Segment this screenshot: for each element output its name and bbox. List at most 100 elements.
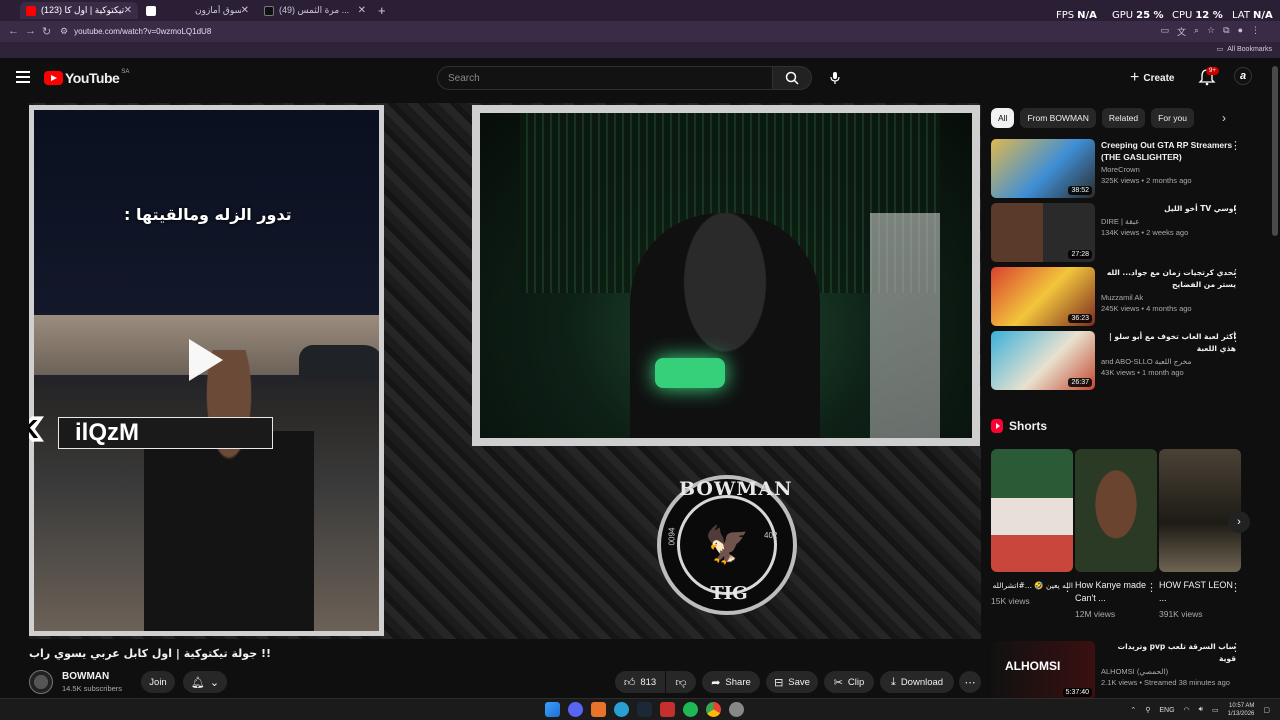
video-thumbnail[interactable]: 36:23 xyxy=(991,267,1095,326)
chrome-icon[interactable] xyxy=(706,702,721,717)
usb-icon[interactable]: ⚲ xyxy=(1145,706,1150,714)
short-item[interactable]: How Kanye made Can't ... 12M views ⋮ xyxy=(1075,449,1157,619)
video-thumbnail[interactable]: 26:37 xyxy=(991,331,1095,390)
save-button[interactable]: ⊟ Save xyxy=(766,671,818,693)
hamburger-menu-icon[interactable] xyxy=(16,71,30,83)
recommendation-item[interactable]: 36:23 تحدي كرتجيات زمان مع جواد... الله … xyxy=(991,267,1251,327)
recommendation-item[interactable]: 27:28 اوسي TV أخو الليل DIRE | عبقة 134K… xyxy=(991,203,1251,263)
close-tab-icon[interactable]: ✕ xyxy=(358,5,366,16)
channel-avatar[interactable] xyxy=(29,670,53,694)
chip-from-channel[interactable]: From BOWMAN xyxy=(1020,108,1096,128)
cast-icon[interactable]: ▭ xyxy=(1160,25,1169,38)
rec-title[interactable]: ساب السرقة تلعب pvp وتريدات قوية xyxy=(1101,641,1236,665)
back-icon[interactable]: ← xyxy=(8,25,19,37)
tab-tiktok[interactable]: (49) مرة الثمس ... ✕ xyxy=(258,2,372,19)
rec-channel[interactable]: Muzzamil Ak xyxy=(1101,293,1236,302)
clip-button[interactable]: ✂ Clip xyxy=(824,671,874,693)
translate-icon[interactable]: 文 xyxy=(1177,25,1186,38)
create-button[interactable]: + Create xyxy=(1130,68,1174,88)
language-indicator[interactable]: ENG xyxy=(1159,707,1174,714)
discord-icon[interactable] xyxy=(568,702,583,717)
rec-channel[interactable]: MoreCrown xyxy=(1101,165,1236,174)
channel-name[interactable]: BOWMAN xyxy=(62,671,109,682)
reload-icon[interactable]: ↻ xyxy=(42,25,51,38)
profile-icon[interactable]: ● xyxy=(1238,25,1243,38)
new-tab-icon[interactable]: + xyxy=(378,3,386,18)
search-input[interactable] xyxy=(438,67,772,89)
short-title[interactable]: HOW FAST LEON ... xyxy=(1159,579,1241,605)
search-button[interactable] xyxy=(772,66,812,90)
recommendation-item[interactable]: 26:37 أكثر لعبة العاب تخوف مع أبو سلو | … xyxy=(991,331,1251,391)
account-avatar[interactable]: a xyxy=(1234,67,1252,85)
short-thumbnail[interactable] xyxy=(991,449,1073,572)
short-title[interactable]: الله يعين 🤣 ...#اتشرالله xyxy=(991,579,1073,592)
rec-title[interactable]: Creeping Out GTA RP Streamers (THE GASLI… xyxy=(1101,139,1236,163)
chip-all[interactable]: All xyxy=(991,108,1015,128)
close-tab-icon[interactable]: ✕ xyxy=(241,5,249,16)
join-button[interactable]: Join xyxy=(141,671,175,693)
more-vertical-icon[interactable]: ⋮ xyxy=(1230,581,1241,594)
vlc-icon[interactable] xyxy=(591,702,606,717)
clock[interactable]: 10:57 AM 1/13/2026 xyxy=(1228,702,1255,718)
shorts-next-button[interactable]: › xyxy=(1228,511,1250,533)
menu-icon[interactable]: ⋮ xyxy=(1251,25,1260,38)
voice-search-button[interactable] xyxy=(824,67,846,89)
wifi-icon[interactable]: ◠ xyxy=(1184,706,1190,714)
dislike-button[interactable]: 👎︎ xyxy=(666,671,696,693)
recommendation-item[interactable]: 38:52 Creeping Out GTA RP Streamers (THE… xyxy=(991,139,1251,199)
download-button[interactable]: ⤓ Download xyxy=(880,671,954,693)
settings-gear-icon[interactable] xyxy=(729,702,744,717)
like-button[interactable]: 👍︎ 813 xyxy=(615,671,665,693)
obs-icon[interactable] xyxy=(660,702,675,717)
site-info-icon[interactable]: ⚙ xyxy=(60,26,68,37)
chevron-right-icon[interactable]: › xyxy=(1222,111,1226,125)
rec-channel[interactable]: ALHOMSI (الحمصي) xyxy=(1101,667,1236,676)
all-bookmarks[interactable]: ▭ All Bookmarks xyxy=(1217,45,1272,54)
share-button[interactable]: ➦ Share xyxy=(702,671,760,693)
zoom-icon[interactable]: ⌕ xyxy=(1194,25,1199,38)
more-vertical-icon[interactable]: ⋮ xyxy=(1230,203,1241,216)
notification-center-icon[interactable]: ▢ xyxy=(1263,706,1270,714)
video-thumbnail[interactable]: ALHOMSI 5:37:40 xyxy=(991,641,1095,698)
close-tab-icon[interactable]: ✕ xyxy=(124,5,132,16)
volume-icon[interactable]: 🔊︎ xyxy=(1199,706,1203,714)
more-vertical-icon[interactable]: ⋮ xyxy=(1230,139,1241,152)
windows-start-icon[interactable] xyxy=(545,702,560,717)
video-thumbnail[interactable]: 38:52 xyxy=(991,139,1095,198)
short-thumbnail[interactable] xyxy=(1075,449,1157,572)
short-title[interactable]: How Kanye made Can't ... xyxy=(1075,579,1157,605)
youtube-logo[interactable]: YouTube SA xyxy=(44,69,129,86)
more-vertical-icon[interactable]: ⋮ xyxy=(1230,331,1241,344)
video-player[interactable]: تدور الزله ومالقيتها : K ilQzM 🦅 BOWMAN … xyxy=(29,103,981,639)
spotify-icon[interactable] xyxy=(683,702,698,717)
chip-related[interactable]: Related xyxy=(1101,108,1146,128)
more-vertical-icon[interactable]: ⋮ xyxy=(1062,581,1073,594)
steam-icon[interactable] xyxy=(637,702,652,717)
battery-icon[interactable]: ▭ xyxy=(1212,706,1219,714)
forward-icon[interactable]: → xyxy=(25,25,36,37)
page-scrollbar[interactable] xyxy=(1272,66,1278,236)
tab-amazon[interactable]: عربة تسوق أمازون ✕ xyxy=(140,2,255,19)
short-item[interactable]: الله يعين 🤣 ...#اتشرالله 15K views ⋮ xyxy=(991,449,1073,606)
edge-icon[interactable] xyxy=(614,702,629,717)
short-thumbnail[interactable] xyxy=(1159,449,1241,572)
rec-title[interactable]: أكثر لعبة العاب تخوف مع أبو سلو | هذي ال… xyxy=(1101,331,1236,355)
more-actions-button[interactable]: ⋯ xyxy=(959,671,981,693)
chip-for-you[interactable]: For you xyxy=(1151,108,1194,128)
url-field[interactable]: ⚙ youtube.com/watch?v=0wzmoLQ1dU8 xyxy=(60,24,1200,39)
tab-youtube[interactable]: (123) جولة تيكتوكية | اول كا... ✕ xyxy=(20,2,138,19)
short-item[interactable]: HOW FAST LEON ... 391K views ⋮ xyxy=(1159,449,1241,619)
recommendation-item[interactable]: ALHOMSI 5:37:40 ساب السرقة تلعب pvp وتري… xyxy=(991,641,1251,698)
more-vertical-icon[interactable]: ⋮ xyxy=(1230,267,1241,280)
star-icon[interactable]: ☆ xyxy=(1207,25,1215,38)
rec-title[interactable]: تحدي كرتجيات زمان مع جواد... الله يستر م… xyxy=(1101,267,1236,291)
rec-channel[interactable]: and ABO-SLLO مخرج اللعبة xyxy=(1101,357,1236,366)
more-vertical-icon[interactable]: ⋮ xyxy=(1230,641,1241,654)
notification-settings-button[interactable]: 🔔︎ ⌄ xyxy=(183,671,227,693)
rec-channel[interactable]: DIRE | عبقة xyxy=(1101,217,1236,226)
video-thumbnail[interactable]: 27:28 xyxy=(991,203,1095,262)
big-play-icon[interactable] xyxy=(189,339,223,381)
more-vertical-icon[interactable]: ⋮ xyxy=(1146,581,1157,594)
chevron-up-icon[interactable]: ⌃ xyxy=(1130,706,1136,714)
rec-title[interactable]: اوسي TV أخو الليل xyxy=(1101,203,1236,215)
